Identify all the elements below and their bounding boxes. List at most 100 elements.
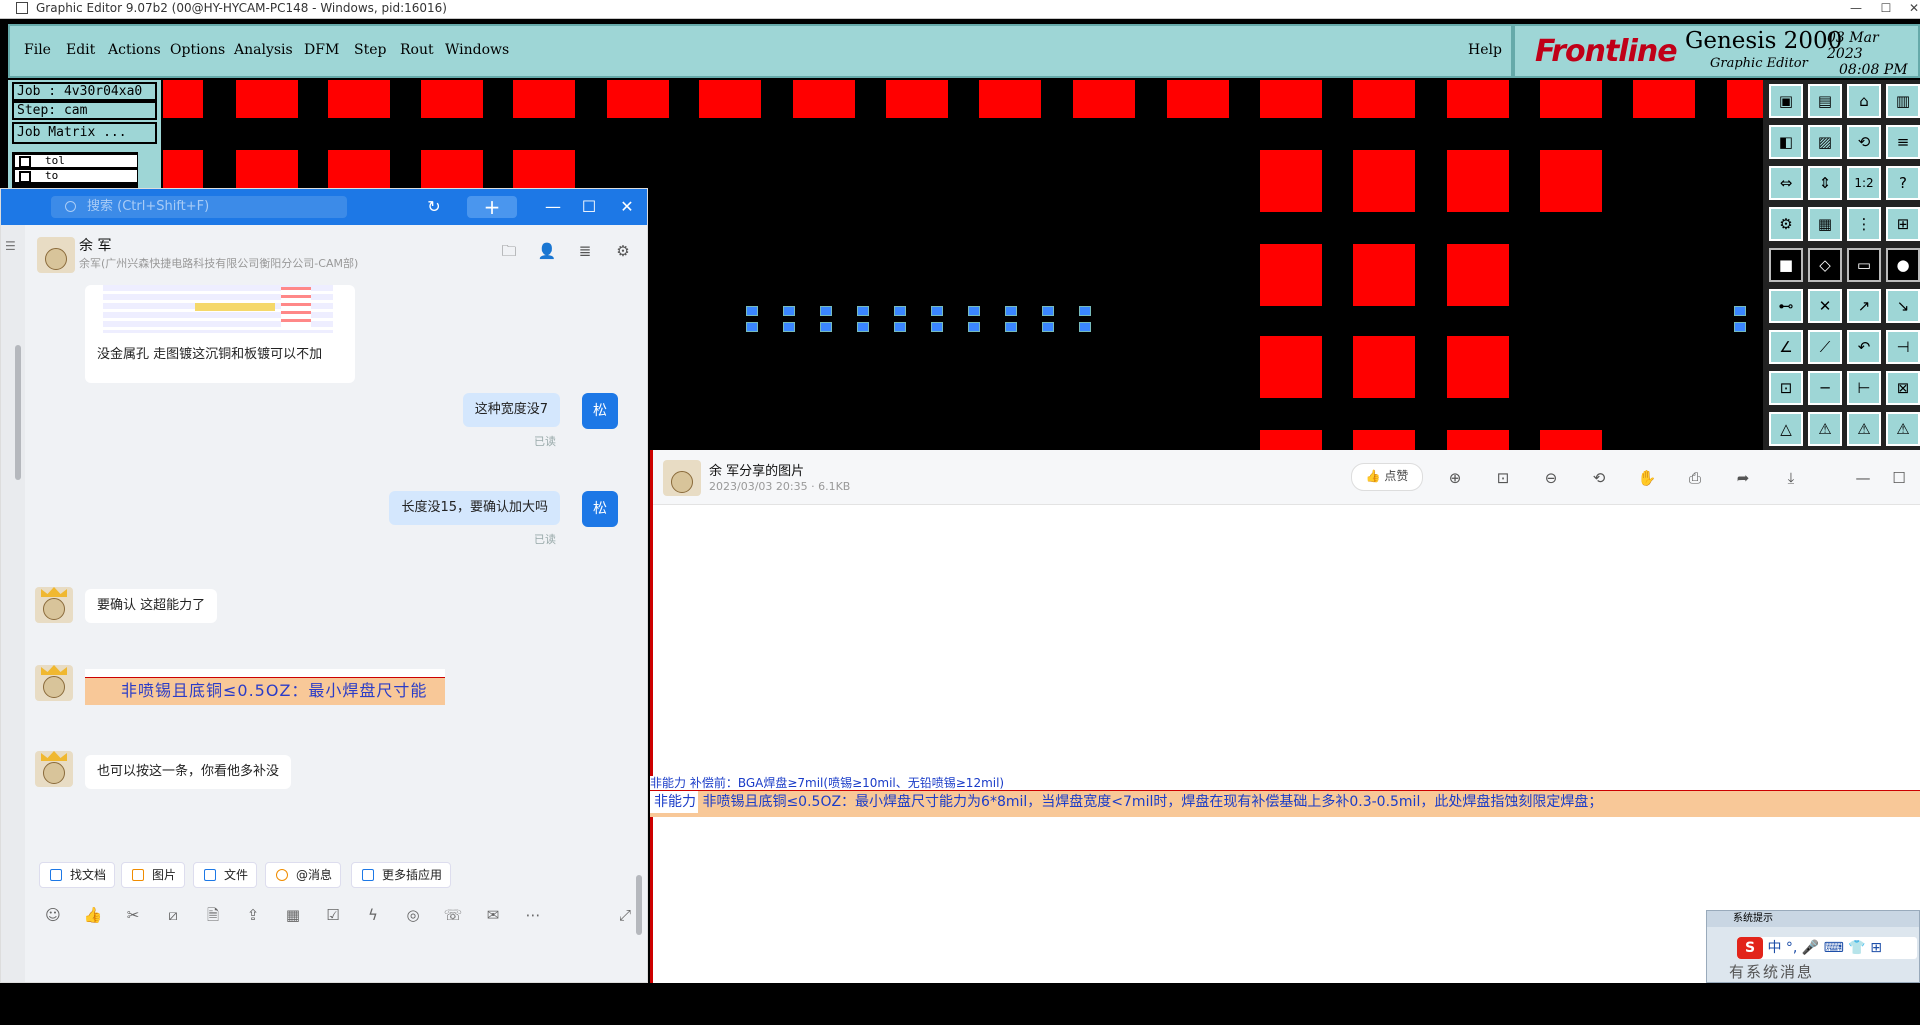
copper-pad[interactable] [1447, 244, 1509, 306]
tool-button[interactable]: ⟋ [1808, 330, 1842, 364]
layer-row[interactable]: tol [14, 154, 138, 168]
close-button[interactable]: ✕ [1896, 0, 1920, 18]
folder-icon[interactable]: 🗀 [499, 241, 519, 261]
chip-file[interactable]: 文件 [193, 862, 258, 888]
menu-options[interactable]: Options [170, 42, 225, 58]
sidebar-scrollbar[interactable] [15, 345, 21, 480]
tool-button[interactable]: ● [1886, 248, 1920, 282]
copper-pad[interactable] [1447, 150, 1509, 212]
selected-pad[interactable] [1079, 322, 1091, 332]
copper-pad[interactable] [1447, 336, 1509, 398]
upload-icon[interactable]: ⇪ [243, 905, 263, 925]
print-icon[interactable]: ⎙ [1685, 468, 1705, 488]
expand-icon[interactable]: ⤢ [615, 905, 635, 925]
tool-button[interactable]: ≡ [1886, 125, 1920, 159]
selected-pad[interactable] [746, 306, 758, 316]
message-image[interactable] [103, 285, 333, 333]
tool-button[interactable]: ⋮ [1847, 207, 1881, 241]
calendar-icon[interactable]: ▦ [283, 905, 303, 925]
copper-pad[interactable] [1167, 80, 1229, 118]
chip-find-doc[interactable]: 找文档 [39, 862, 116, 888]
bolt-icon[interactable]: ϟ [363, 905, 383, 925]
search-history-icon[interactable]: ≣ [575, 241, 595, 261]
message-bubble[interactable]: 没金属孔 走图镀这沉铜和板镀可以不加 [85, 285, 355, 383]
selected-pad[interactable] [1734, 322, 1746, 332]
tool-button[interactable]: ▥ [1886, 84, 1920, 118]
contact-avatar[interactable] [35, 751, 73, 787]
add-member-icon[interactable]: 👤 [537, 241, 557, 261]
tool-button[interactable]: ▦ [1808, 207, 1842, 241]
settings-icon[interactable]: ⚙ [613, 241, 633, 261]
screen-icon[interactable]: ◎ [403, 905, 423, 925]
check-icon[interactable]: ☑ [323, 905, 343, 925]
tool-button[interactable]: ⚠ [1847, 412, 1881, 446]
close-chat-button[interactable]: ✕ [609, 189, 645, 225]
selected-pad[interactable] [746, 322, 758, 332]
layer-checkbox[interactable] [19, 171, 31, 183]
contact-avatar[interactable] [35, 587, 73, 623]
emoji-icon[interactable]: ☺ [43, 905, 63, 925]
tool-button[interactable]: ⊡ [1769, 371, 1803, 405]
viewer-minimize-button[interactable]: — [1853, 468, 1873, 488]
more-icon[interactable]: ⋯ [523, 905, 543, 925]
copper-pad[interactable] [1353, 336, 1415, 398]
actual-size-icon[interactable]: ⊡ [1493, 468, 1513, 488]
menu-step[interactable]: Step [354, 42, 386, 58]
tool-button[interactable]: ▭ [1847, 248, 1881, 282]
copper-pad[interactable] [1540, 150, 1602, 212]
copper-pad[interactable] [1260, 80, 1322, 118]
menu-icon[interactable]: ☰ [5, 239, 16, 253]
tool-button[interactable]: ? [1886, 166, 1920, 200]
contact-avatar[interactable] [37, 237, 75, 273]
tool-button[interactable]: ▣ [1769, 84, 1803, 118]
copper-pad[interactable] [1353, 430, 1415, 450]
selected-pad[interactable] [1079, 306, 1091, 316]
selected-pad[interactable] [1042, 322, 1054, 332]
tool-button[interactable]: ─ [1808, 371, 1842, 405]
copper-pad[interactable] [1260, 430, 1322, 450]
history-icon[interactable]: ↻ [416, 189, 452, 225]
system-tip-popup[interactable]: 系统提示 S 中 °, 🎤 ⌨ 👕 ⊞ 有系统消息 [1706, 910, 1920, 983]
minimize-chat-button[interactable]: — [535, 189, 571, 225]
copper-pad[interactable] [699, 80, 761, 118]
tool-button[interactable]: ▤ [1808, 84, 1842, 118]
menu-help[interactable]: Help [1468, 42, 1502, 58]
tool-button[interactable]: ■ [1769, 248, 1803, 282]
like-button[interactable]: 👍 点赞 [1351, 463, 1423, 491]
tool-button[interactable]: ⚠ [1808, 412, 1842, 446]
tool-button[interactable]: ⇕ [1808, 166, 1842, 200]
selected-pad[interactable] [894, 306, 906, 316]
selected-pad[interactable] [968, 322, 980, 332]
selected-pad[interactable] [820, 306, 832, 316]
menu-rout[interactable]: Rout [400, 42, 434, 58]
copper-pad[interactable] [1540, 430, 1602, 450]
copper-pad[interactable] [1260, 336, 1322, 398]
copper-pad[interactable] [421, 80, 483, 118]
phone-icon[interactable]: ☏ [443, 905, 463, 925]
contact-avatar[interactable] [35, 665, 73, 701]
selected-pad[interactable] [1042, 306, 1054, 316]
copper-pad[interactable] [793, 80, 855, 118]
tool-button[interactable]: ⚙ [1769, 207, 1803, 241]
zoom-in-icon[interactable]: ⊕ [1445, 468, 1465, 488]
zoom-out-icon[interactable]: ⊖ [1541, 468, 1561, 488]
copper-pad[interactable] [1353, 150, 1415, 212]
slash-icon[interactable]: ⧄ [163, 905, 183, 925]
copper-pad[interactable] [328, 150, 390, 188]
chip-more-apps[interactable]: 更多插应用 [351, 862, 452, 888]
copper-pad[interactable] [1540, 80, 1602, 118]
copper-pad[interactable] [513, 80, 575, 118]
share-icon[interactable]: ➦ [1733, 468, 1753, 488]
message-image[interactable]: 非喷锡且底铜≤0.5OZ：最小焊盘尺寸能 [85, 669, 445, 705]
tool-button[interactable]: ✕ [1808, 289, 1842, 323]
tool-button[interactable]: ◧ [1769, 125, 1803, 159]
copper-pad[interactable] [1260, 244, 1322, 306]
copper-pad[interactable] [1353, 80, 1415, 118]
menu-file[interactable]: File [24, 42, 51, 58]
tool-button[interactable]: ∠ [1769, 330, 1803, 364]
scissors-icon[interactable]: ✂ [123, 905, 143, 925]
selected-pad[interactable] [968, 306, 980, 316]
message-bubble[interactable]: 要确认 这超能力了 [85, 589, 218, 623]
tool-button[interactable]: 1:2 [1847, 166, 1881, 200]
tool-button[interactable]: ⊣ [1886, 330, 1920, 364]
